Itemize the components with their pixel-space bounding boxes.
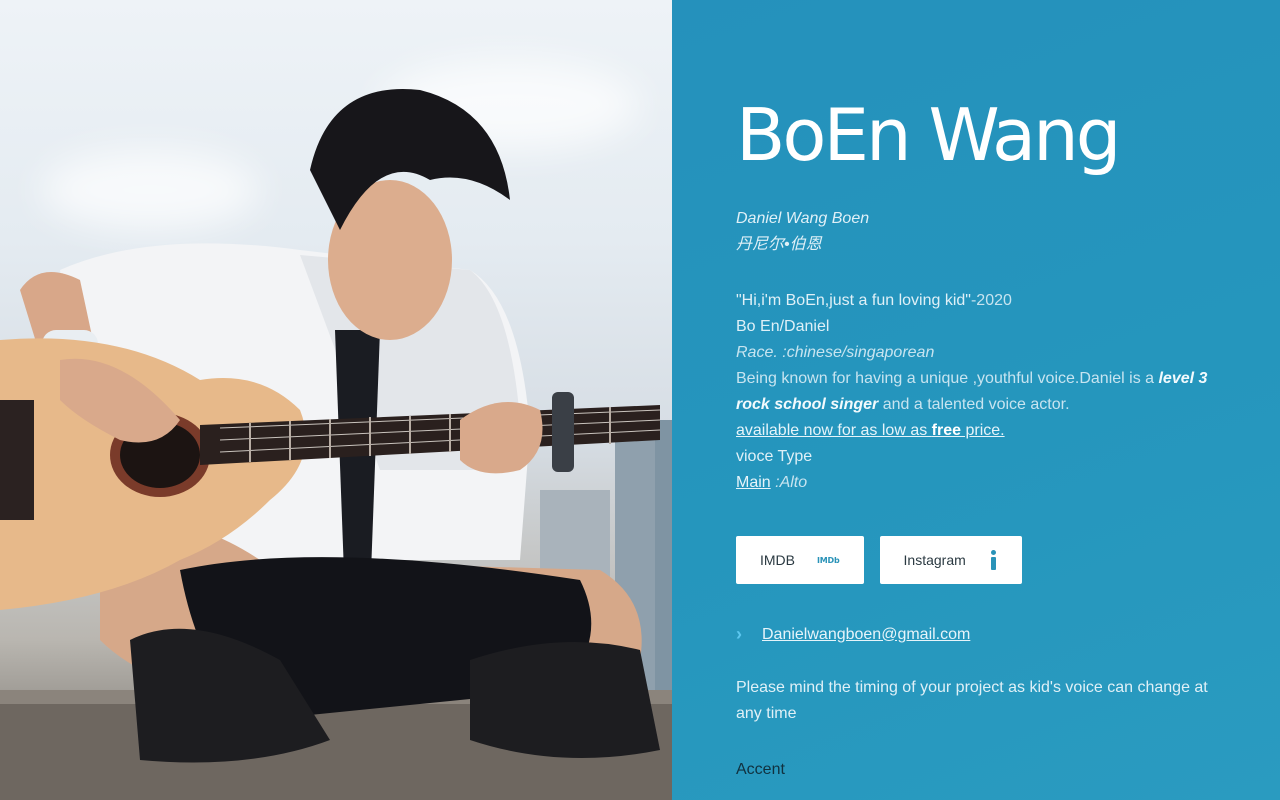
email-row: › Danielwangboen@gmail.com (736, 624, 1226, 645)
profile-panel: BoEn Wang Daniel Wang Boen 丹尼尔•伯恩 "Hi,i'… (672, 0, 1280, 800)
race-line: Race. :chinese/singaporean (736, 344, 935, 361)
imdb-button-label: IMDB (760, 552, 795, 568)
quote-line: "Hi,i'm BoEn,just a fun loving kid"-2020 (736, 288, 1226, 314)
voice-type-line: Main :Alto (736, 470, 1226, 496)
profile-photo (0, 0, 672, 800)
instagram-button-label: Instagram (903, 552, 966, 568)
chevron-right-icon: › (736, 624, 742, 644)
description-pre: Being known for having a unique ,youthfu… (736, 370, 1159, 387)
alias-english: Daniel Wang Boen (736, 210, 870, 227)
link-buttons: IMDB IMDb Instagram (736, 536, 1226, 584)
voice-type-label: vioce Type (736, 448, 813, 465)
alias-block: Daniel Wang Boen 丹尼尔•伯恩 (736, 206, 1226, 258)
alias-chinese: 丹尼尔•伯恩 (736, 236, 822, 253)
bio-block: "Hi,i'm BoEn,just a fun loving kid"-2020… (736, 288, 1226, 496)
email-link[interactable]: Danielwangboen@gmail.com (762, 626, 970, 644)
quote-year: -2020 (970, 292, 1012, 309)
availability-line: available now for as low as free price. (736, 418, 1226, 444)
availability-post: price. (961, 422, 1005, 439)
profile-content: BoEn Wang Daniel Wang Boen 丹尼尔•伯恩 "Hi,i'… (736, 92, 1226, 783)
description-post: and a talented voice actor. (878, 396, 1070, 413)
availability-link[interactable]: available now for as low as free price. (736, 422, 1005, 439)
guitarist-illustration (0, 89, 672, 800)
availability-pre: available now for as low as (736, 422, 932, 439)
info-icon (988, 550, 998, 570)
profile-name: BoEn Wang (736, 93, 1122, 177)
nickname: Bo En/Daniel (736, 318, 830, 335)
voice-value: :Alto (770, 474, 808, 491)
instagram-button[interactable]: Instagram (879, 536, 1022, 584)
availability-free: free (931, 422, 962, 439)
timing-note: Please mind the timing of your project a… (736, 679, 1208, 722)
voice-main-link[interactable]: Main (736, 474, 771, 491)
accent-label: Accent (736, 761, 785, 778)
description: Being known for having a unique ,youthfu… (736, 366, 1226, 418)
quote-text: "Hi,i'm BoEn,just a fun loving kid" (736, 292, 971, 309)
imdb-icon: IMDb (817, 555, 840, 565)
imdb-button[interactable]: IMDB IMDb (736, 536, 864, 584)
